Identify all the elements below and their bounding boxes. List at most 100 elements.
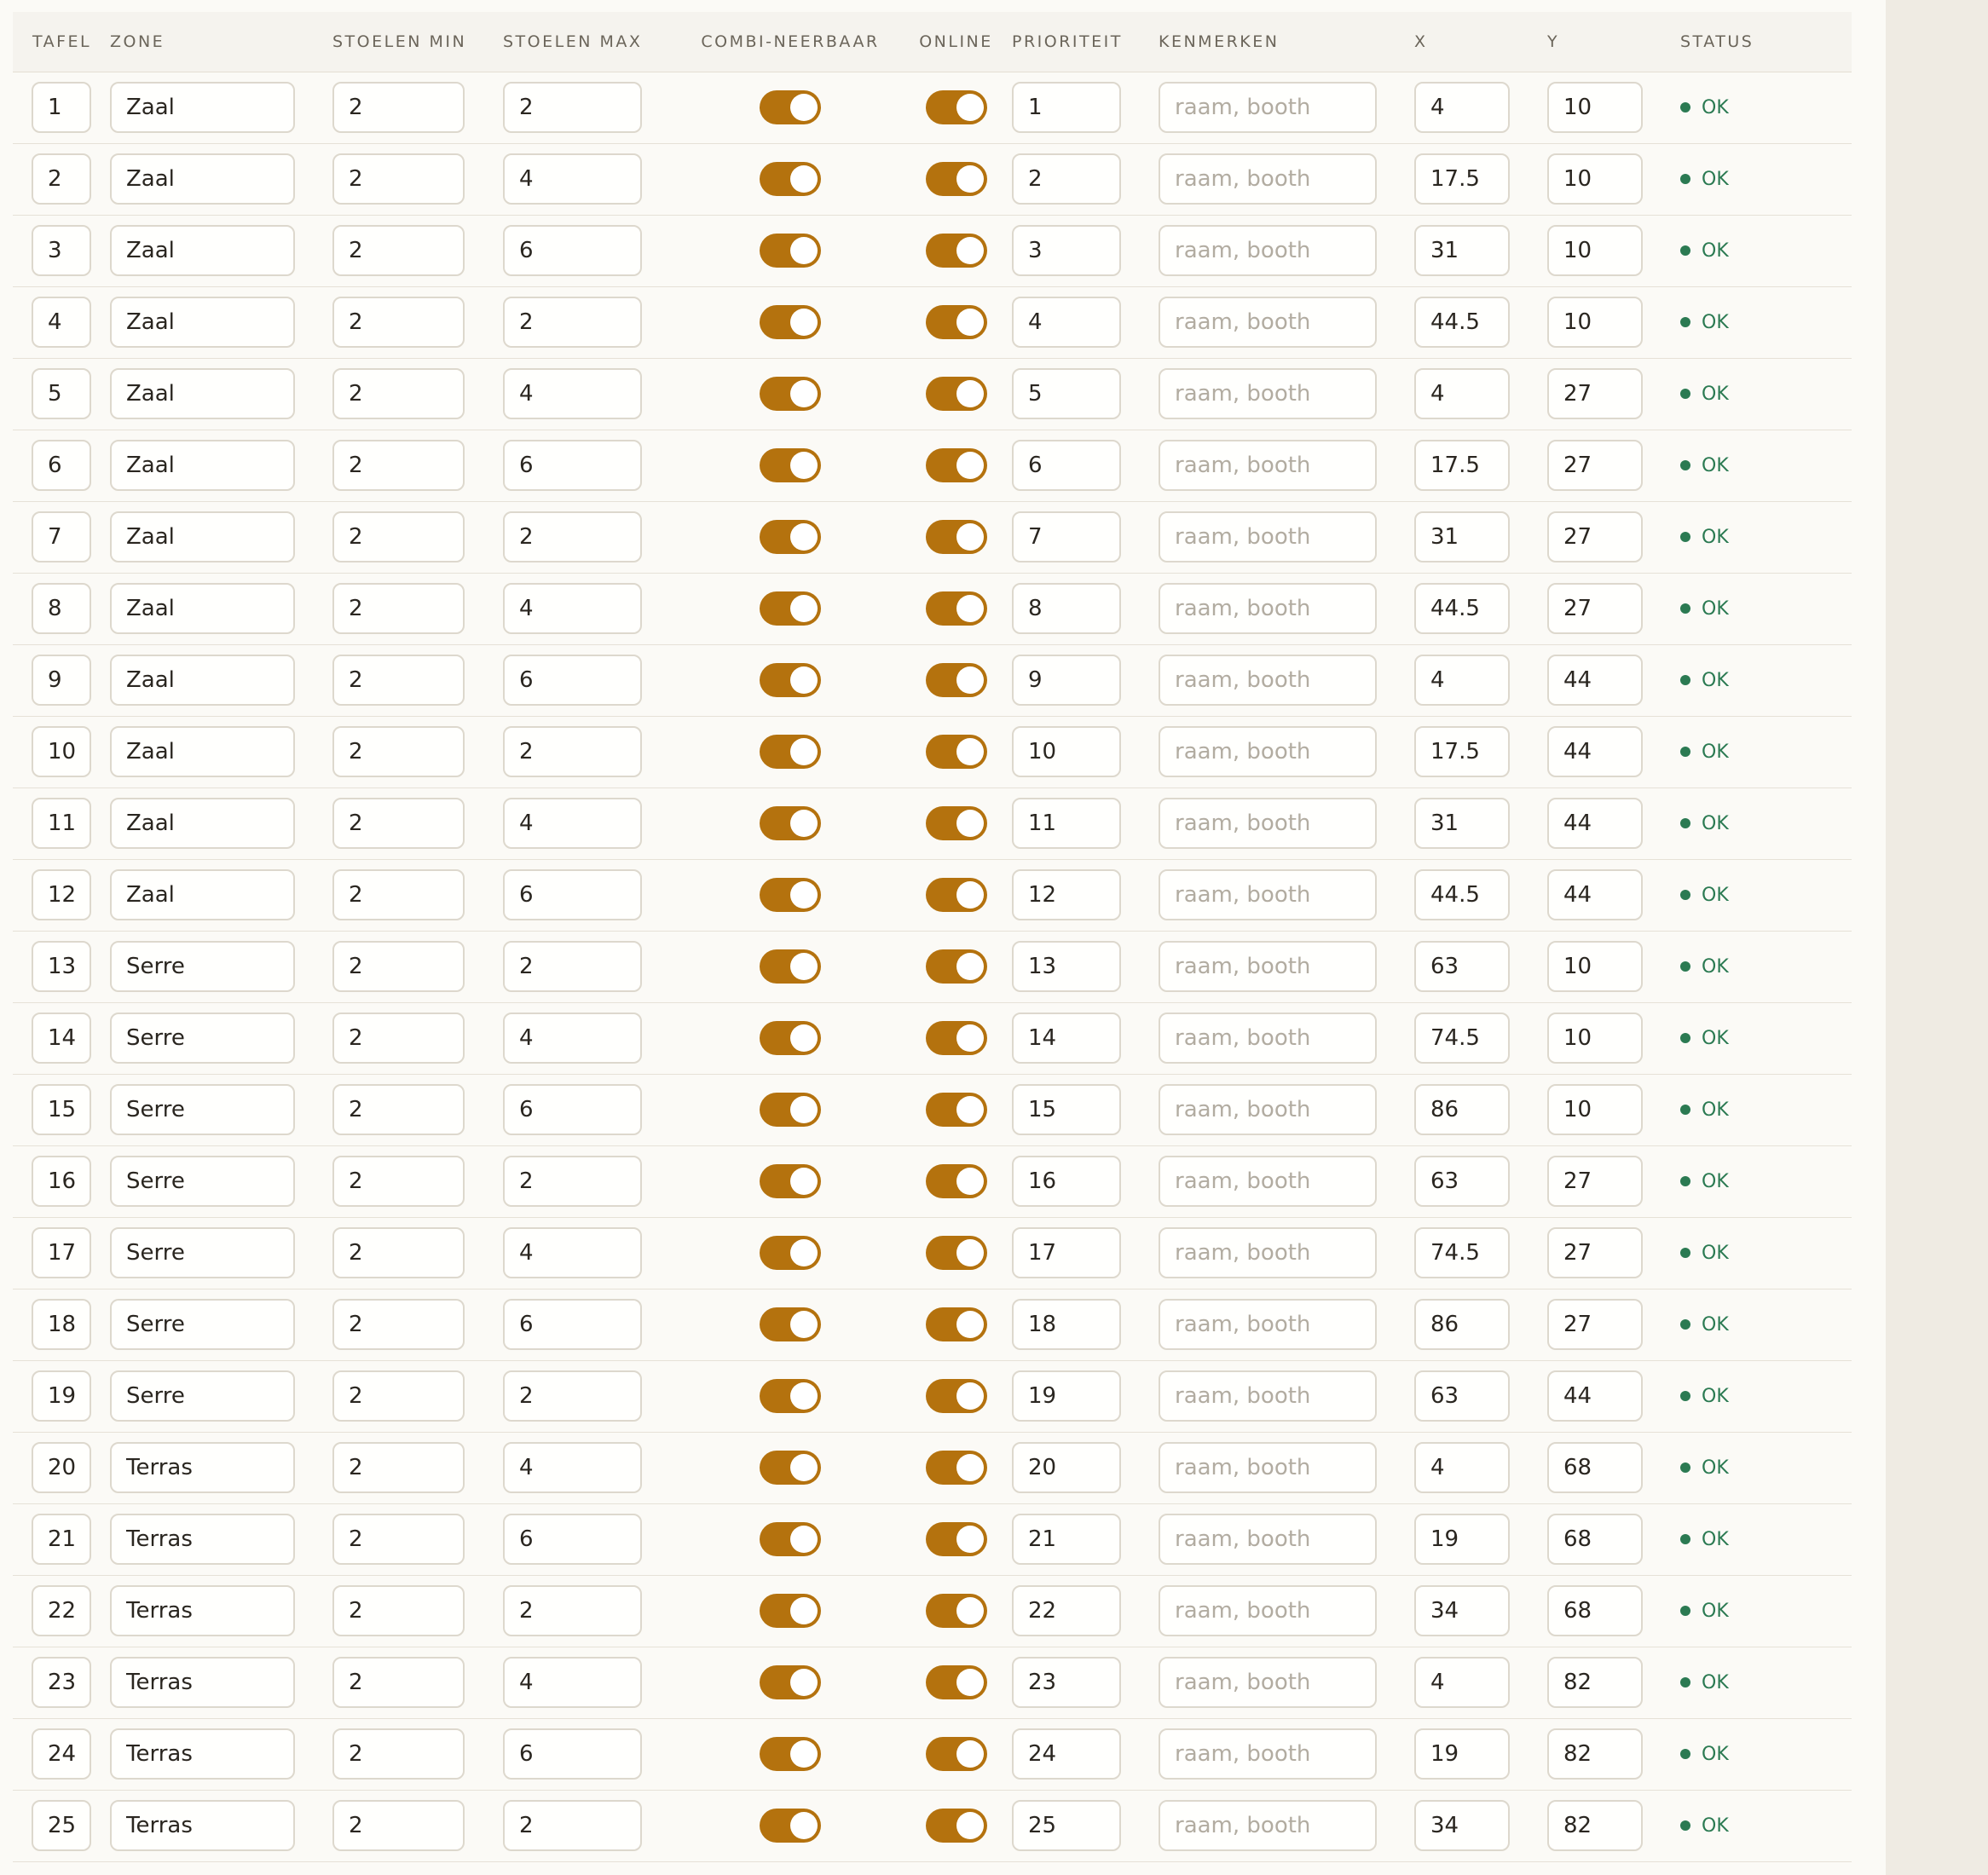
prioriteit-input[interactable]: [1012, 1728, 1121, 1780]
combi-neerbaar-toggle[interactable]: [760, 305, 821, 339]
zone-input[interactable]: [110, 1442, 295, 1493]
stoelen-max-input[interactable]: [503, 153, 642, 205]
x-position-input[interactable]: [1414, 1514, 1510, 1565]
y-position-input[interactable]: [1547, 869, 1643, 920]
online-toggle[interactable]: [925, 1665, 987, 1699]
kenmerken-input[interactable]: [1159, 153, 1377, 205]
kenmerken-input[interactable]: [1159, 1156, 1377, 1207]
x-position-input[interactable]: [1414, 511, 1510, 562]
stoelen-min-input[interactable]: [332, 82, 465, 133]
x-position-input[interactable]: [1414, 1800, 1510, 1851]
y-position-input[interactable]: [1547, 1514, 1643, 1565]
stoelen-max-input[interactable]: [503, 440, 642, 491]
stoelen-min-input[interactable]: [332, 1728, 465, 1780]
y-position-input[interactable]: [1547, 225, 1643, 276]
combi-neerbaar-toggle[interactable]: [760, 377, 821, 411]
tafel-number-input[interactable]: [32, 1012, 91, 1064]
zone-input[interactable]: [110, 1514, 295, 1565]
stoelen-min-input[interactable]: [332, 1156, 465, 1207]
stoelen-max-input[interactable]: [503, 82, 642, 133]
stoelen-min-input[interactable]: [332, 225, 465, 276]
online-toggle[interactable]: [925, 1594, 987, 1628]
combi-neerbaar-toggle[interactable]: [760, 735, 821, 769]
zone-input[interactable]: [110, 798, 295, 849]
prioriteit-input[interactable]: [1012, 583, 1121, 634]
x-position-input[interactable]: [1414, 583, 1510, 634]
tafel-number-input[interactable]: [32, 368, 91, 419]
prioriteit-input[interactable]: [1012, 1012, 1121, 1064]
zone-input[interactable]: [110, 225, 295, 276]
x-position-input[interactable]: [1414, 655, 1510, 706]
zone-input[interactable]: [110, 1084, 295, 1135]
tafel-number-input[interactable]: [32, 1728, 91, 1780]
stoelen-min-input[interactable]: [332, 1227, 465, 1278]
combi-neerbaar-toggle[interactable]: [760, 1594, 821, 1628]
x-position-input[interactable]: [1414, 1299, 1510, 1350]
stoelen-min-input[interactable]: [332, 941, 465, 992]
prioriteit-input[interactable]: [1012, 941, 1121, 992]
stoelen-max-input[interactable]: [503, 1156, 642, 1207]
stoelen-max-input[interactable]: [503, 1728, 642, 1780]
prioriteit-input[interactable]: [1012, 1227, 1121, 1278]
kenmerken-input[interactable]: [1159, 1299, 1377, 1350]
zone-input[interactable]: [110, 1370, 295, 1422]
tafel-number-input[interactable]: [32, 726, 91, 777]
prioriteit-input[interactable]: [1012, 82, 1121, 133]
online-toggle[interactable]: [925, 663, 987, 697]
online-toggle[interactable]: [925, 377, 987, 411]
zone-input[interactable]: [110, 1728, 295, 1780]
zone-input[interactable]: [110, 941, 295, 992]
zone-input[interactable]: [110, 655, 295, 706]
y-position-input[interactable]: [1547, 1156, 1643, 1207]
y-position-input[interactable]: [1547, 1084, 1643, 1135]
kenmerken-input[interactable]: [1159, 1227, 1377, 1278]
y-position-input[interactable]: [1547, 1442, 1643, 1493]
y-position-input[interactable]: [1547, 153, 1643, 205]
stoelen-min-input[interactable]: [332, 798, 465, 849]
y-position-input[interactable]: [1547, 655, 1643, 706]
zone-input[interactable]: [110, 153, 295, 205]
prioriteit-input[interactable]: [1012, 153, 1121, 205]
kenmerken-input[interactable]: [1159, 583, 1377, 634]
stoelen-min-input[interactable]: [332, 1299, 465, 1350]
kenmerken-input[interactable]: [1159, 297, 1377, 348]
x-position-input[interactable]: [1414, 225, 1510, 276]
prioriteit-input[interactable]: [1012, 368, 1121, 419]
stoelen-min-input[interactable]: [332, 583, 465, 634]
prioriteit-input[interactable]: [1012, 655, 1121, 706]
x-position-input[interactable]: [1414, 1227, 1510, 1278]
y-position-input[interactable]: [1547, 583, 1643, 634]
tafel-number-input[interactable]: [32, 655, 91, 706]
online-toggle[interactable]: [925, 806, 987, 840]
zone-input[interactable]: [110, 368, 295, 419]
x-position-input[interactable]: [1414, 941, 1510, 992]
combi-neerbaar-toggle[interactable]: [760, 234, 821, 268]
combi-neerbaar-toggle[interactable]: [760, 1451, 821, 1485]
stoelen-min-input[interactable]: [332, 440, 465, 491]
zone-input[interactable]: [110, 1800, 295, 1851]
prioriteit-input[interactable]: [1012, 1299, 1121, 1350]
online-toggle[interactable]: [925, 1737, 987, 1771]
online-toggle[interactable]: [925, 448, 987, 482]
kenmerken-input[interactable]: [1159, 655, 1377, 706]
y-position-input[interactable]: [1547, 798, 1643, 849]
y-position-input[interactable]: [1547, 368, 1643, 419]
prioriteit-input[interactable]: [1012, 1442, 1121, 1493]
combi-neerbaar-toggle[interactable]: [760, 878, 821, 912]
stoelen-min-input[interactable]: [332, 1514, 465, 1565]
kenmerken-input[interactable]: [1159, 1084, 1377, 1135]
stoelen-min-input[interactable]: [332, 1084, 465, 1135]
kenmerken-input[interactable]: [1159, 798, 1377, 849]
stoelen-max-input[interactable]: [503, 798, 642, 849]
y-position-input[interactable]: [1547, 941, 1643, 992]
zone-input[interactable]: [110, 1156, 295, 1207]
y-position-input[interactable]: [1547, 1585, 1643, 1636]
zone-input[interactable]: [110, 1657, 295, 1708]
tafel-number-input[interactable]: [32, 1800, 91, 1851]
x-position-input[interactable]: [1414, 297, 1510, 348]
tafel-number-input[interactable]: [32, 1084, 91, 1135]
zone-input[interactable]: [110, 440, 295, 491]
kenmerken-input[interactable]: [1159, 82, 1377, 133]
online-toggle[interactable]: [925, 1164, 987, 1198]
combi-neerbaar-toggle[interactable]: [760, 1164, 821, 1198]
